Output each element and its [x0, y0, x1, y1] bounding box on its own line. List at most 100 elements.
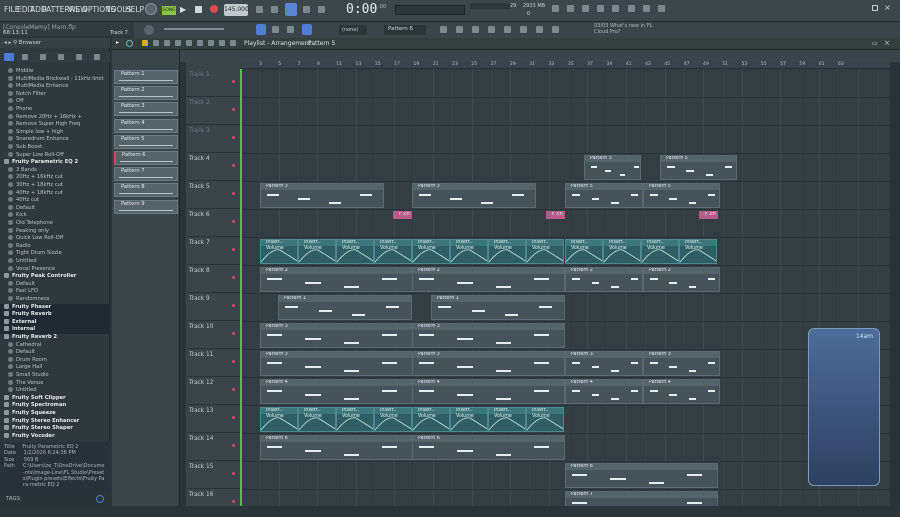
browser-item[interactable]: Fruity Stereo Enhancer	[0, 417, 110, 426]
pattern-clip[interactable]: Pattern 1	[431, 295, 565, 320]
browser-item[interactable]: Default	[0, 280, 110, 289]
close-playlist-icon[interactable]: ×	[884, 39, 890, 47]
browser-item[interactable]: MultiMedia Enhance	[0, 83, 110, 91]
automation-clip[interactable]: Insert.. Volume	[336, 239, 374, 264]
draw-tool-icon[interactable]	[142, 40, 148, 46]
picker-pattern[interactable]: Pattern 5	[114, 134, 178, 149]
track-header[interactable]: Track 11	[186, 349, 240, 377]
pattern-clip[interactable]: Pattern 4	[565, 379, 643, 404]
browser-item[interactable]: Default	[0, 349, 110, 357]
pattern-clip[interactable]: Pattern 7	[565, 491, 718, 506]
browser-item[interactable]: Vocal Presence	[0, 265, 110, 274]
magnet-icon[interactable]	[287, 26, 294, 33]
automation-clip[interactable]: Insert.. Volume	[260, 239, 298, 264]
track-header[interactable]: Track 14	[186, 433, 240, 461]
playback-tool-icon[interactable]	[230, 40, 236, 46]
question-icon[interactable]	[597, 5, 604, 12]
step-icon[interactable]	[272, 26, 279, 33]
track-mute-led[interactable]	[232, 332, 235, 335]
pattern-clip[interactable]: Pattern 3	[260, 183, 384, 208]
track-mute-led[interactable]	[232, 108, 235, 111]
pattern-clip[interactable]: Pattern 5	[643, 183, 720, 208]
typing-keyboard-icon[interactable]	[256, 24, 266, 35]
blend-icon[interactable]	[303, 6, 310, 13]
automation-clip[interactable]: Insert.. Volume	[526, 239, 564, 264]
picker-pattern[interactable]: Pattern 6	[114, 151, 178, 165]
pattern-clip[interactable]: Pattern 4	[260, 379, 413, 404]
pattern-clip[interactable]: F..ch	[546, 211, 565, 219]
pat-song-toggle[interactable]: SONG	[162, 6, 176, 15]
browser-item[interactable]: Fruity Reverb 2	[0, 334, 110, 342]
playhead[interactable]	[240, 62, 242, 506]
pattern-clip[interactable]: Pattern 3	[565, 351, 643, 376]
automation-clip[interactable]: Insert.. Volume	[641, 239, 679, 264]
picker-pattern[interactable]: Pattern 9	[114, 199, 178, 214]
track-mute-led[interactable]	[232, 416, 235, 419]
cloud-tab-icon[interactable]	[76, 54, 82, 60]
track-header[interactable]: Track 8	[186, 265, 240, 293]
browser-item[interactable]: Super Low Roll-Off	[0, 151, 110, 160]
track-mute-led[interactable]	[232, 136, 235, 139]
download-icon[interactable]	[658, 5, 665, 12]
playlist-icon[interactable]	[472, 26, 479, 33]
track-header[interactable]: Track 1	[186, 69, 240, 97]
track-header[interactable]: Track 12	[186, 377, 240, 405]
paint-tool-icon[interactable]	[153, 40, 159, 46]
automation-clip[interactable]: Insert.. Volume	[298, 407, 336, 432]
browser-item[interactable]: Simple low + high	[0, 128, 110, 137]
browser-item[interactable]: 3 Bands	[0, 166, 110, 175]
browser-item[interactable]: Randomness	[0, 296, 110, 304]
track-mute-led[interactable]	[232, 80, 235, 83]
browser-item[interactable]: Kick	[0, 212, 110, 220]
track-mute-led[interactable]	[232, 500, 235, 503]
play-button[interactable]: ▶	[180, 5, 188, 15]
automation-clip[interactable]: Insert.. Volume	[374, 407, 412, 432]
automation-clip[interactable]: Insert.. Volume	[679, 239, 717, 264]
track-mute-led[interactable]	[232, 472, 235, 475]
pattern-clip[interactable]: Pattern 2	[643, 267, 720, 292]
picker-pattern[interactable]: Pattern 3	[114, 102, 178, 117]
browser-item[interactable]: Fruity Peak Controller	[0, 273, 110, 281]
pattern-select[interactable]: Pattern 6	[384, 25, 426, 35]
pattern-clip[interactable]: Pattern 8	[565, 463, 718, 488]
browser-item[interactable]: 30Hz + 18kHz cut	[0, 182, 110, 190]
mixer-icon[interactable]	[628, 5, 635, 12]
countdown-button[interactable]	[285, 3, 297, 16]
search-icon[interactable]	[96, 495, 104, 503]
browser-item[interactable]: Tight Drum Sizzle	[0, 250, 110, 258]
sample-tab-icon[interactable]	[58, 54, 64, 60]
time-display[interactable]: 0:00	[346, 2, 377, 17]
back-icon[interactable]: ◂ ▸ ⚲	[4, 40, 19, 46]
pattern-clip[interactable]: Pattern 5	[584, 155, 641, 180]
close-x-icon[interactable]	[567, 5, 574, 12]
pattern-clip[interactable]: Pattern 2	[412, 267, 565, 292]
browser-item[interactable]: Cathedral	[0, 341, 110, 350]
metronome-icon[interactable]	[256, 6, 263, 13]
browser-item[interactable]: Quick Low Roll-Off	[0, 235, 110, 243]
pattern-clip[interactable]: Pattern 5	[565, 183, 643, 208]
browser-item[interactable]: Old Telephone	[0, 220, 110, 228]
pattern-clip[interactable]: Pattern 3	[412, 351, 565, 376]
tempo-display[interactable]: 145.000	[224, 4, 249, 16]
picker-pattern[interactable]: Pattern 7	[114, 167, 178, 182]
automation-clip[interactable]: Insert.. Volume	[298, 239, 336, 264]
master-knob[interactable]	[145, 3, 157, 15]
plugin-db-icon[interactable]	[520, 26, 527, 33]
browser-item[interactable]: Sub Boost	[0, 144, 110, 152]
snap-select[interactable]: (none)	[339, 25, 367, 35]
pattern-clip[interactable]: Pattern 6	[260, 435, 413, 460]
automation-clip[interactable]: Insert.. Volume	[374, 239, 412, 264]
track-mute-led[interactable]	[232, 248, 235, 251]
mute-tool-icon[interactable]	[175, 40, 181, 46]
browser-item[interactable]: 40Hz cut	[0, 197, 110, 205]
slip-tool-icon[interactable]	[186, 40, 192, 46]
browser-item[interactable]: Default	[0, 204, 110, 213]
browser-item[interactable]: Notch Filter	[0, 90, 110, 99]
pattern-clip[interactable]: Pattern 3	[643, 351, 720, 376]
wait-icon[interactable]	[271, 6, 278, 13]
picker-pattern[interactable]: Pattern 8	[114, 183, 178, 198]
pattern-clip[interactable]: Pattern 5	[660, 155, 737, 180]
wand-icon[interactable]	[552, 26, 559, 33]
microphone-icon[interactable]	[582, 5, 589, 12]
track-header[interactable]: Track 16	[186, 489, 240, 517]
